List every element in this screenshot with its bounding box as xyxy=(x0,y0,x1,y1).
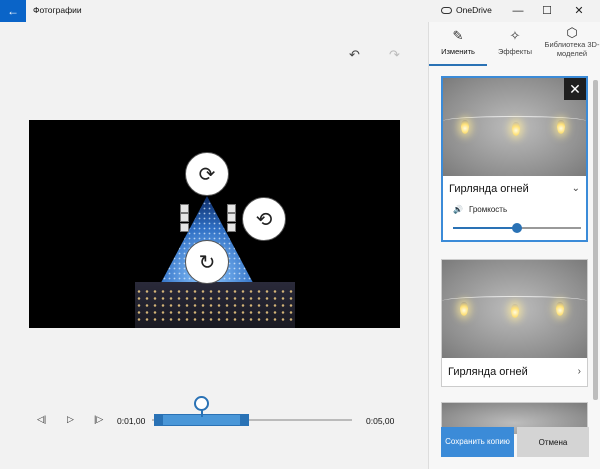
close-icon[interactable]: ✕ xyxy=(564,78,586,100)
tab-edit[interactable]: ✎ Изменить xyxy=(429,22,487,66)
chevron-down-icon[interactable]: ⌄ xyxy=(572,176,580,202)
timeline-end-grip[interactable] xyxy=(240,414,249,426)
resize-handle[interactable] xyxy=(180,213,189,222)
resize-handle[interactable] xyxy=(180,204,189,213)
next-frame-button[interactable]: |▷ xyxy=(94,414,103,425)
previous-frame-button[interactable]: ◁| xyxy=(37,414,46,425)
cancel-button[interactable]: Отмена xyxy=(517,427,589,457)
side-panel: ✎ Изменить ✧ Эффекты ⬡ Библиотека 3D-мод… xyxy=(428,22,600,469)
start-time: 0:01,00 xyxy=(117,416,146,426)
app-title: Фотографии xyxy=(33,5,82,15)
tab-effects[interactable]: ✧ Эффекты xyxy=(487,22,543,66)
tab-label: Эффекты xyxy=(497,47,533,56)
playhead-handle[interactable] xyxy=(194,396,209,411)
volume-icon: 🔊 xyxy=(453,204,463,214)
pencil-icon: ✎ xyxy=(452,28,464,43)
rotate-y-icon[interactable]: ⟲ xyxy=(242,197,286,241)
close-window-button[interactable]: ✕ xyxy=(565,2,593,20)
end-time: 0:05,00 xyxy=(366,416,395,426)
resize-handle[interactable] xyxy=(227,213,236,222)
lights-thumbnail xyxy=(442,260,587,358)
title-bar: ← Фотографии OneDrive — ☐ ✕ xyxy=(0,0,600,22)
effect-card-selected[interactable]: ✕ Гирлянда огней ⌄ 🔊 Громкость xyxy=(441,76,588,242)
volume-label: Громкость xyxy=(468,204,508,214)
volume-slider-thumb[interactable] xyxy=(512,223,522,233)
effects-list: ✕ Гирлянда огней ⌄ 🔊 Громкость Гирлянда … xyxy=(439,74,589,434)
back-button[interactable]: ← xyxy=(0,0,26,22)
play-button[interactable]: ▷ xyxy=(67,414,74,425)
lights-thumbnail: ✕ xyxy=(443,78,586,176)
back-arrow-icon: ← xyxy=(7,4,19,18)
maximize-button[interactable]: ☐ xyxy=(533,2,561,20)
effect-title: Гирлянда огней xyxy=(448,366,528,378)
scrollbar[interactable] xyxy=(593,80,598,400)
timeline-start-grip[interactable] xyxy=(154,414,163,426)
cube-icon: ⬡ xyxy=(566,25,578,40)
onedrive-button[interactable]: OneDrive xyxy=(441,5,492,15)
cloud-icon xyxy=(441,6,452,14)
tab-label: Изменить xyxy=(441,47,475,56)
save-copy-button[interactable]: Сохранить копию xyxy=(441,427,514,457)
rotate-z-icon[interactable]: ⟳ xyxy=(185,152,229,196)
chevron-right-icon[interactable]: › xyxy=(578,358,581,386)
rotate-x-icon[interactable]: ↻ xyxy=(185,240,229,284)
resize-handle[interactable] xyxy=(227,223,236,232)
minimize-button[interactable]: — xyxy=(504,2,532,20)
onedrive-label: OneDrive xyxy=(456,5,492,15)
sparkle-icon: ✧ xyxy=(509,28,521,43)
tab-3d-library[interactable]: ⬡ Библиотека 3D-моделей xyxy=(543,22,600,66)
effect-card[interactable]: Гирлянда огней › xyxy=(441,259,588,387)
resize-handle[interactable] xyxy=(180,223,189,232)
redo-button[interactable]: ↷ xyxy=(389,47,400,63)
effect-title: Гирлянда огней xyxy=(449,183,529,195)
volume-slider[interactable] xyxy=(451,216,581,240)
resize-handle[interactable] xyxy=(227,204,236,213)
video-preview: ⟳ ⟲ ↻ xyxy=(29,120,400,328)
tab-label: Библиотека 3D-моделей xyxy=(544,40,600,58)
building-lights xyxy=(135,288,295,324)
undo-button[interactable]: ↶ xyxy=(349,47,360,63)
